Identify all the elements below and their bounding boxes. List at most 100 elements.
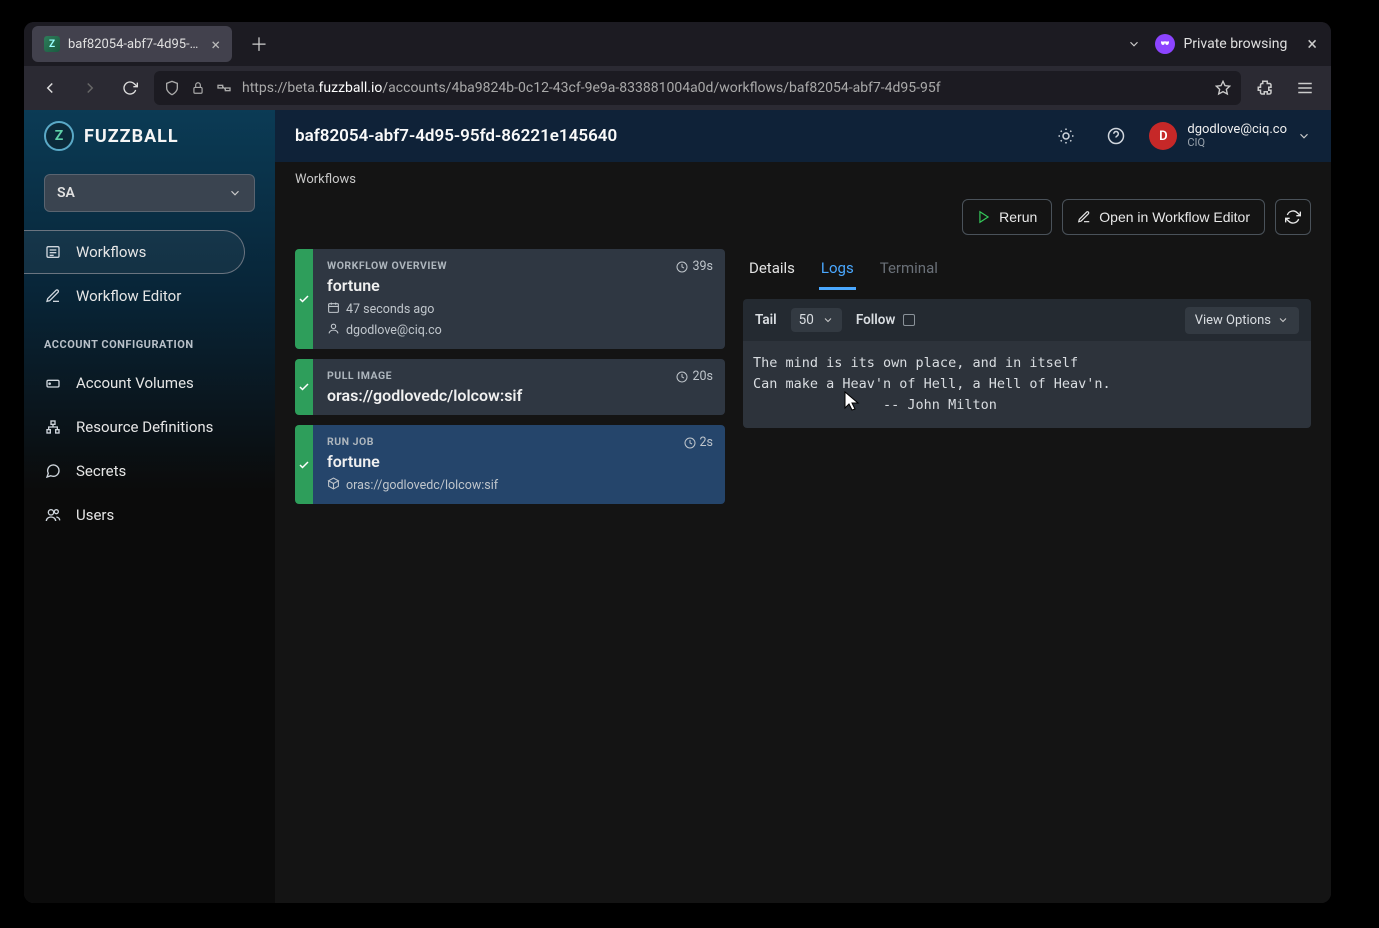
cube-icon bbox=[327, 477, 340, 494]
sidebar-item-resource-definitions[interactable]: Resource Definitions bbox=[24, 405, 275, 449]
tab-favicon: Z bbox=[44, 36, 60, 52]
view-options-button[interactable]: View Options bbox=[1185, 307, 1299, 334]
avatar: D bbox=[1149, 122, 1177, 150]
org-selector-value: SA bbox=[57, 185, 75, 201]
detail-panel: Details Logs Terminal Tail 50 Follow bbox=[743, 249, 1311, 883]
user-org: CIQ bbox=[1187, 137, 1287, 149]
step-meta-text: dgodlove@ciq.co bbox=[346, 323, 442, 338]
sidebar: Z FUZZBALL SA Workflows Workflow Editor … bbox=[24, 110, 275, 903]
tabs-overflow-icon[interactable] bbox=[1127, 37, 1141, 51]
step-status-success bbox=[295, 249, 313, 349]
shield-icon[interactable] bbox=[164, 80, 180, 96]
user-menu[interactable]: D dgodlove@ciq.co CIQ bbox=[1149, 122, 1311, 150]
brand-logo[interactable]: Z FUZZBALL bbox=[24, 110, 275, 162]
sidebar-item-label: Users bbox=[76, 506, 114, 524]
forward-button[interactable] bbox=[74, 72, 106, 104]
sidebar-item-users[interactable]: Users bbox=[24, 493, 275, 537]
step-kicker: PULL IMAGE bbox=[327, 369, 711, 382]
list-icon bbox=[44, 243, 62, 261]
step-duration: 20s bbox=[676, 369, 713, 384]
refresh-icon bbox=[1285, 209, 1301, 225]
sidebar-item-label: Resource Definitions bbox=[76, 418, 213, 436]
log-output[interactable]: The mind is its own place, and in itself… bbox=[743, 341, 1311, 428]
step-meta-row: 47 seconds ago bbox=[327, 301, 711, 318]
app-header: baf82054-abf7-4d95-95fd-86221e145640 D d… bbox=[275, 110, 1331, 162]
sidebar-item-workflow-editor[interactable]: Workflow Editor bbox=[24, 274, 275, 318]
sitemap-icon bbox=[44, 418, 62, 436]
chevron-down-icon bbox=[1297, 129, 1311, 143]
url-bar[interactable]: https://beta.fuzzball.io/accounts/4ba982… bbox=[154, 71, 1241, 105]
sidebar-item-secrets[interactable]: Secrets bbox=[24, 449, 275, 493]
tail-label: Tail bbox=[755, 312, 777, 328]
theme-toggle-icon[interactable] bbox=[1049, 119, 1083, 153]
brand-badge-icon: Z bbox=[44, 121, 74, 151]
step-meta-row: dgodlove@ciq.co bbox=[327, 322, 711, 339]
sidebar-section-label: ACCOUNT CONFIGURATION bbox=[24, 318, 275, 361]
step-status-success bbox=[295, 359, 313, 415]
help-icon[interactable] bbox=[1099, 119, 1133, 153]
follow-toggle[interactable]: Follow bbox=[856, 312, 916, 328]
step-kicker: RUN JOB bbox=[327, 435, 711, 448]
rerun-button[interactable]: Rerun bbox=[962, 199, 1052, 235]
user-icon bbox=[327, 322, 340, 339]
step-card[interactable]: RUN JOB fortune oras://godlovedc/lolcow:si… bbox=[295, 425, 725, 504]
drive-icon bbox=[44, 374, 62, 392]
step-status-success bbox=[295, 425, 313, 504]
panel-tabs: Details Logs Terminal bbox=[743, 249, 1311, 291]
lock-icon[interactable] bbox=[190, 80, 206, 96]
step-card[interactable]: PULL IMAGE oras://godlovedc/lolcow:sif 20s bbox=[295, 359, 725, 415]
private-browsing-indicator: Private browsing bbox=[1155, 34, 1287, 54]
tab-close-icon[interactable]: × bbox=[211, 35, 220, 54]
app-frame: Z FUZZBALL SA Workflows Workflow Editor … bbox=[24, 110, 1331, 903]
step-duration: 2s bbox=[684, 435, 713, 450]
tab-logs[interactable]: Logs bbox=[819, 249, 856, 290]
step-meta-row: oras://godlovedc/lolcow:sif bbox=[327, 477, 711, 494]
chevron-down-icon bbox=[1277, 314, 1289, 326]
sidebar-item-account-volumes[interactable]: Account Volumes bbox=[24, 361, 275, 405]
new-tab-button[interactable]: ＋ bbox=[244, 29, 274, 59]
bookmark-star-icon[interactable] bbox=[1215, 80, 1231, 96]
edit-icon bbox=[1077, 210, 1091, 224]
action-row: Rerun Open in Workflow Editor bbox=[275, 187, 1331, 249]
tail-select[interactable]: 50 bbox=[791, 308, 842, 332]
step-card[interactable]: WORKFLOW OVERVIEWfortune47 seconds agodg… bbox=[295, 249, 725, 349]
step-title: fortune bbox=[327, 452, 711, 471]
permissions-icon[interactable] bbox=[216, 80, 232, 96]
extensions-icon[interactable] bbox=[1249, 72, 1281, 104]
checkbox-icon bbox=[903, 314, 915, 326]
main-area: baf82054-abf7-4d95-95fd-86221e145640 D d… bbox=[275, 110, 1331, 903]
step-title: oras://godlovedc/lolcow:sif bbox=[327, 386, 711, 405]
refresh-button[interactable] bbox=[1275, 199, 1311, 235]
step-meta-text: 47 seconds ago bbox=[346, 302, 434, 317]
user-email: dgodlove@ciq.co bbox=[1187, 123, 1287, 137]
chevron-down-icon bbox=[822, 314, 834, 326]
page-title: baf82054-abf7-4d95-95fd-86221e145640 bbox=[295, 126, 1033, 146]
reload-button[interactable] bbox=[114, 72, 146, 104]
tab-terminal[interactable]: Terminal bbox=[878, 249, 940, 290]
org-selector[interactable]: SA bbox=[44, 174, 255, 212]
step-meta-text: oras://godlovedc/lolcow:sif bbox=[346, 478, 498, 493]
open-in-editor-button[interactable]: Open in Workflow Editor bbox=[1062, 199, 1265, 235]
brand-text: FUZZBALL bbox=[84, 126, 179, 147]
log-toolbar: Tail 50 Follow View Options bbox=[743, 299, 1311, 341]
tab-details[interactable]: Details bbox=[747, 249, 797, 290]
url-text: https://beta.fuzzball.io/accounts/4ba982… bbox=[242, 80, 1205, 96]
browser-menu-icon[interactable] bbox=[1289, 72, 1321, 104]
calendar-icon bbox=[327, 301, 340, 318]
browser-toolbar: https://beta.fuzzball.io/accounts/4ba982… bbox=[24, 66, 1331, 110]
sidebar-item-workflows[interactable]: Workflows bbox=[24, 230, 245, 274]
chat-icon bbox=[44, 462, 62, 480]
window-close-icon[interactable]: × bbox=[1301, 34, 1323, 55]
back-button[interactable] bbox=[34, 72, 66, 104]
private-mask-icon bbox=[1155, 34, 1175, 54]
play-icon bbox=[977, 210, 991, 224]
breadcrumb[interactable]: Workflows bbox=[275, 162, 1331, 187]
content-split: WORKFLOW OVERVIEW fortune 47 seconds ago dg… bbox=[275, 249, 1331, 903]
sidebar-item-label: Secrets bbox=[76, 462, 126, 480]
browser-tabstrip: Z baf82054-abf7-4d95-95f × ＋ Private bro… bbox=[24, 22, 1331, 66]
browser-tab[interactable]: Z baf82054-abf7-4d95-95f × bbox=[32, 26, 232, 62]
browser-window: Z baf82054-abf7-4d95-95f × ＋ Private bro… bbox=[24, 22, 1331, 903]
step-kicker: WORKFLOW OVERVIEW bbox=[327, 259, 711, 272]
edit-icon bbox=[44, 287, 62, 305]
chevron-down-icon bbox=[228, 186, 242, 200]
